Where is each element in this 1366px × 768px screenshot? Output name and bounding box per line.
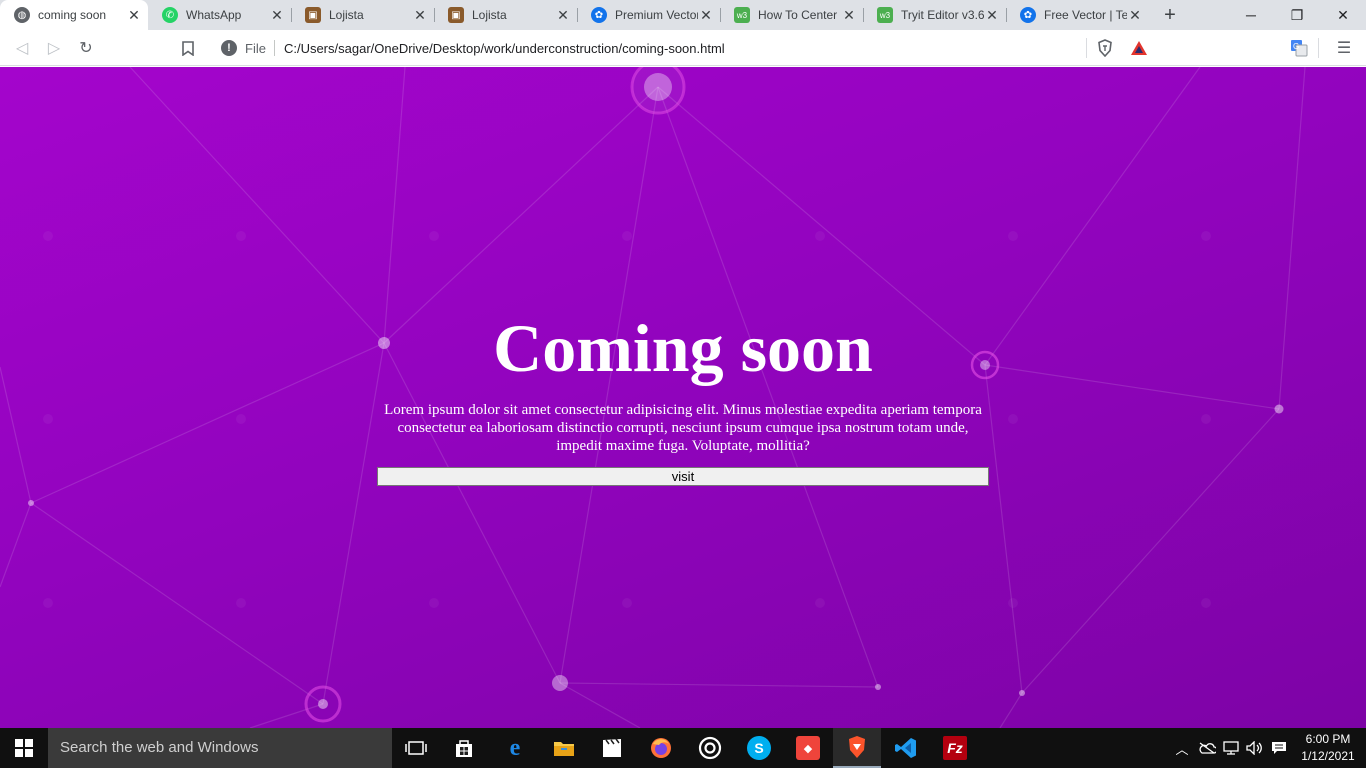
- new-tab-button[interactable]: +: [1160, 5, 1180, 25]
- tab-tryit-editor[interactable]: w3 Tryit Editor v3.6 ✕: [863, 0, 1006, 30]
- browser-tab-strip: ◍ coming soon ✕ ✆ WhatsApp ✕ ▣ Lojista ✕…: [0, 0, 1366, 30]
- reload-button[interactable]: ↻: [74, 36, 98, 60]
- movies-tv-icon[interactable]: [588, 728, 636, 768]
- tab-title: How To Center a: [758, 8, 841, 22]
- edge-icon[interactable]: e: [491, 728, 539, 768]
- lojista-icon: ▣: [448, 7, 464, 23]
- tab-coming-soon[interactable]: ◍ coming soon ✕: [0, 0, 148, 30]
- tab-title: Free Vector | Tec: [1044, 8, 1127, 22]
- divider: [1318, 38, 1319, 58]
- bookmark-icon[interactable]: [176, 36, 200, 60]
- windows-taskbar: Search the web and Windows e S ◆ Fz ︿ 6:…: [0, 728, 1366, 768]
- forward-button[interactable]: ▷: [42, 36, 66, 60]
- freepik-icon: ✿: [1020, 7, 1036, 23]
- notifications-icon[interactable]: [1268, 728, 1290, 768]
- tab-premium-vector[interactable]: ✿ Premium Vector ✕: [577, 0, 720, 30]
- whatsapp-icon: ✆: [162, 7, 178, 23]
- windows-icon: [15, 739, 33, 757]
- browser-toolbar: ◁ ▷ ↻ ! File C:/Users/sagar/OneDrive/Des…: [0, 30, 1366, 66]
- tab-title: WhatsApp: [186, 8, 242, 22]
- start-button[interactable]: [0, 728, 48, 768]
- volume-icon[interactable]: [1244, 728, 1266, 768]
- back-button[interactable]: ◁: [10, 36, 34, 60]
- close-icon[interactable]: ✕: [126, 7, 142, 23]
- taskbar-search-box[interactable]: Search the web and Windows: [48, 728, 392, 768]
- address-bar[interactable]: ! File C:/Users/sagar/OneDrive/Desktop/w…: [212, 34, 1156, 62]
- brave-shields-icon[interactable]: [1093, 36, 1117, 60]
- network-background: [0, 67, 1306, 728]
- page-description: Lorem ipsum dolor sit amet consectetur a…: [384, 402, 982, 454]
- system-clock[interactable]: 6:00 PM 1/12/2021: [1290, 730, 1366, 766]
- close-icon[interactable]: ✕: [1127, 7, 1143, 23]
- page-title: Coming soon: [493, 310, 873, 386]
- groove-music-icon[interactable]: [686, 728, 734, 768]
- scheme-label: File: [245, 40, 266, 56]
- url-text: C:/Users/sagar/OneDrive/Desktop/work/und…: [283, 40, 725, 56]
- clock-time: 6:00 PM: [1305, 732, 1351, 746]
- store-icon[interactable]: [440, 728, 488, 768]
- globe-icon: ◍: [14, 7, 30, 23]
- translate-icon[interactable]: G: [1287, 36, 1311, 60]
- task-view-button[interactable]: [392, 728, 440, 768]
- filezilla-icon[interactable]: Fz: [931, 728, 979, 768]
- close-icon[interactable]: ✕: [984, 7, 1000, 23]
- tab-lojista[interactable]: ▣ Lojista ✕: [291, 0, 434, 30]
- skype-icon[interactable]: S: [735, 728, 783, 768]
- tab-title: Premium Vector: [615, 8, 698, 22]
- info-icon[interactable]: !: [221, 40, 237, 56]
- anydesk-icon[interactable]: ◆: [784, 728, 832, 768]
- svg-text:G: G: [1293, 42, 1299, 51]
- divider: [273, 40, 275, 56]
- brave-browser-icon[interactable]: [833, 728, 881, 768]
- vscode-icon[interactable]: [882, 728, 930, 768]
- tab-title: Tryit Editor v3.6: [901, 8, 984, 22]
- firefox-icon[interactable]: [637, 728, 685, 768]
- close-icon[interactable]: ✕: [269, 7, 285, 23]
- divider: [1086, 38, 1087, 58]
- close-icon[interactable]: ✕: [412, 7, 428, 23]
- close-window-button[interactable]: ✕: [1320, 0, 1366, 30]
- file-explorer-icon[interactable]: [540, 728, 588, 768]
- tab-title: coming soon: [38, 8, 107, 22]
- close-icon[interactable]: ✕: [698, 7, 714, 23]
- minimize-button[interactable]: ─: [1228, 0, 1274, 30]
- menu-icon[interactable]: ☰: [1332, 36, 1356, 60]
- tab-whatsapp[interactable]: ✆ WhatsApp ✕: [148, 0, 291, 30]
- close-icon[interactable]: ✕: [555, 7, 571, 23]
- w3schools-icon: w3: [734, 7, 750, 23]
- tab-title: Lojista: [329, 8, 364, 22]
- tab-how-to-center[interactable]: w3 How To Center a ✕: [720, 0, 863, 30]
- restore-button[interactable]: ❐: [1274, 0, 1320, 30]
- onedrive-icon[interactable]: [1196, 728, 1218, 768]
- clock-date: 1/12/2021: [1301, 749, 1355, 763]
- tab-lojista-2[interactable]: ▣ Lojista ✕: [434, 0, 577, 30]
- page-content: Coming soon Lorem ipsum dolor sit amet c…: [0, 67, 1366, 728]
- visit-button[interactable]: visit: [377, 467, 989, 486]
- chevron-up-icon[interactable]: ︿: [1172, 728, 1192, 768]
- tab-free-vector[interactable]: ✿ Free Vector | Tec ✕: [1006, 0, 1149, 30]
- lojista-icon: ▣: [305, 7, 321, 23]
- freepik-icon: ✿: [591, 7, 607, 23]
- w3schools-icon: w3: [877, 7, 893, 23]
- close-icon[interactable]: ✕: [841, 7, 857, 23]
- brave-rewards-icon[interactable]: [1127, 36, 1151, 60]
- tab-title: Lojista: [472, 8, 507, 22]
- network-icon[interactable]: [1220, 728, 1242, 768]
